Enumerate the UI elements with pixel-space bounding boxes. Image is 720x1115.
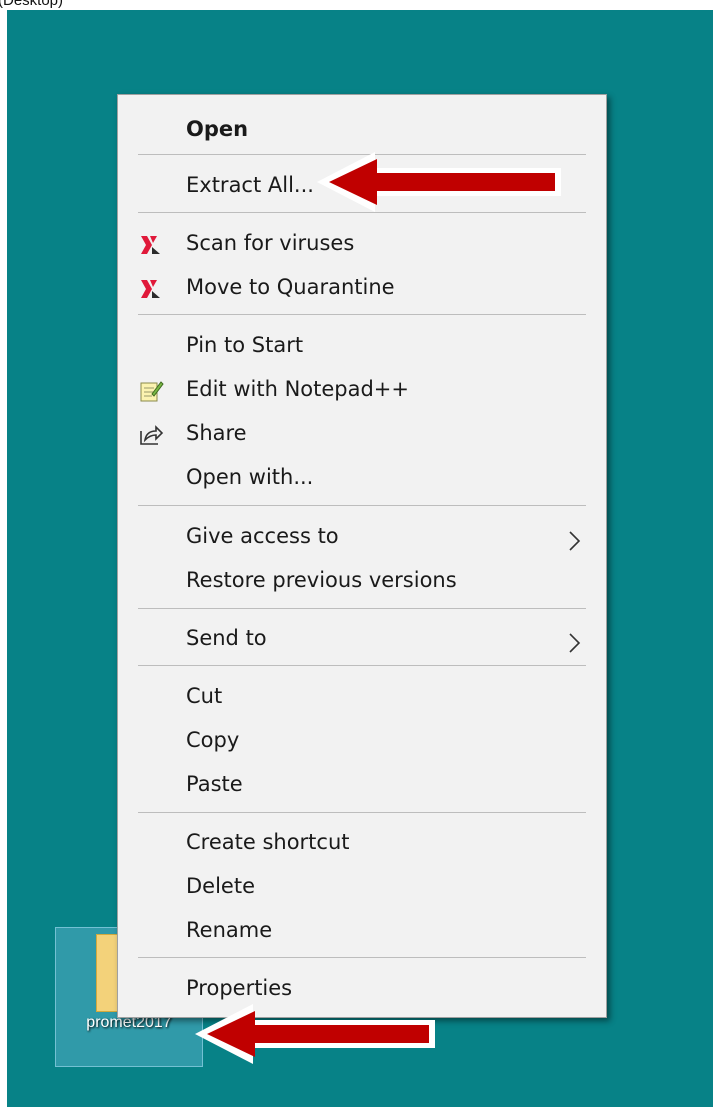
menu-item-paste[interactable]: Paste xyxy=(118,764,606,804)
menu-item-label: Delete xyxy=(186,874,255,898)
menu-item-restore-previous-versions[interactable]: Restore previous versions xyxy=(118,560,606,600)
menu-item-open-with[interactable]: Open with... xyxy=(118,457,606,497)
menu-item-label: Scan for viruses xyxy=(186,231,355,255)
context-menu: Open Extract All... Scan for viruses Mov… xyxy=(117,94,607,1018)
notepad-plus-plus-icon xyxy=(138,377,164,403)
menu-item-label: Pin to Start xyxy=(186,333,304,357)
menu-separator xyxy=(138,957,586,958)
desktop[interactable]: promet2017 Open Extract All... Scan for … xyxy=(7,10,713,1107)
menu-item-label: Create shortcut xyxy=(186,830,350,854)
menu-item-share[interactable]: Share xyxy=(118,413,606,453)
menu-separator xyxy=(138,608,586,609)
menu-separator xyxy=(138,665,586,666)
kaspersky-icon xyxy=(138,231,164,257)
menu-item-label: Give access to xyxy=(186,524,339,548)
menu-item-create-shortcut[interactable]: Create shortcut xyxy=(118,822,606,862)
menu-separator xyxy=(138,505,586,506)
menu-item-label: Open xyxy=(186,117,249,141)
screenshot-caption: (Desktop) xyxy=(0,0,64,9)
red-arrow-extract-all xyxy=(317,152,561,212)
menu-item-label: Extract All... xyxy=(186,173,314,197)
menu-item-pin-to-start[interactable]: Pin to Start xyxy=(118,325,606,365)
menu-item-label: Paste xyxy=(186,772,243,796)
chevron-right-icon xyxy=(568,525,582,551)
menu-item-copy[interactable]: Copy xyxy=(118,720,606,760)
menu-item-move-to-quarantine[interactable]: Move to Quarantine xyxy=(118,267,606,307)
menu-separator xyxy=(138,812,586,813)
menu-item-scan-for-viruses[interactable]: Scan for viruses xyxy=(118,223,606,263)
menu-item-label: Share xyxy=(186,421,247,445)
menu-item-cut[interactable]: Cut xyxy=(118,676,606,716)
menu-item-open[interactable]: Open xyxy=(118,109,606,149)
menu-item-label: Edit with Notepad++ xyxy=(186,377,410,401)
menu-item-label: Rename xyxy=(186,918,273,942)
menu-item-give-access-to[interactable]: Give access to xyxy=(118,516,606,556)
red-arrow-promet2017 xyxy=(195,1004,435,1064)
kaspersky-icon xyxy=(138,275,164,301)
menu-item-rename[interactable]: Rename xyxy=(118,910,606,950)
menu-separator xyxy=(138,314,586,315)
menu-item-label: Copy xyxy=(186,728,240,752)
menu-item-label: Restore previous versions xyxy=(186,568,457,592)
menu-item-send-to[interactable]: Send to xyxy=(118,618,606,658)
menu-item-label: Cut xyxy=(186,684,223,708)
chevron-right-icon xyxy=(568,627,582,653)
menu-item-label: Move to Quarantine xyxy=(186,275,395,299)
share-icon xyxy=(138,421,164,447)
menu-item-label: Send to xyxy=(186,626,267,650)
menu-item-label: Open with... xyxy=(186,465,314,489)
menu-item-edit-with-notepad[interactable]: Edit with Notepad++ xyxy=(118,369,606,409)
menu-item-delete[interactable]: Delete xyxy=(118,866,606,906)
